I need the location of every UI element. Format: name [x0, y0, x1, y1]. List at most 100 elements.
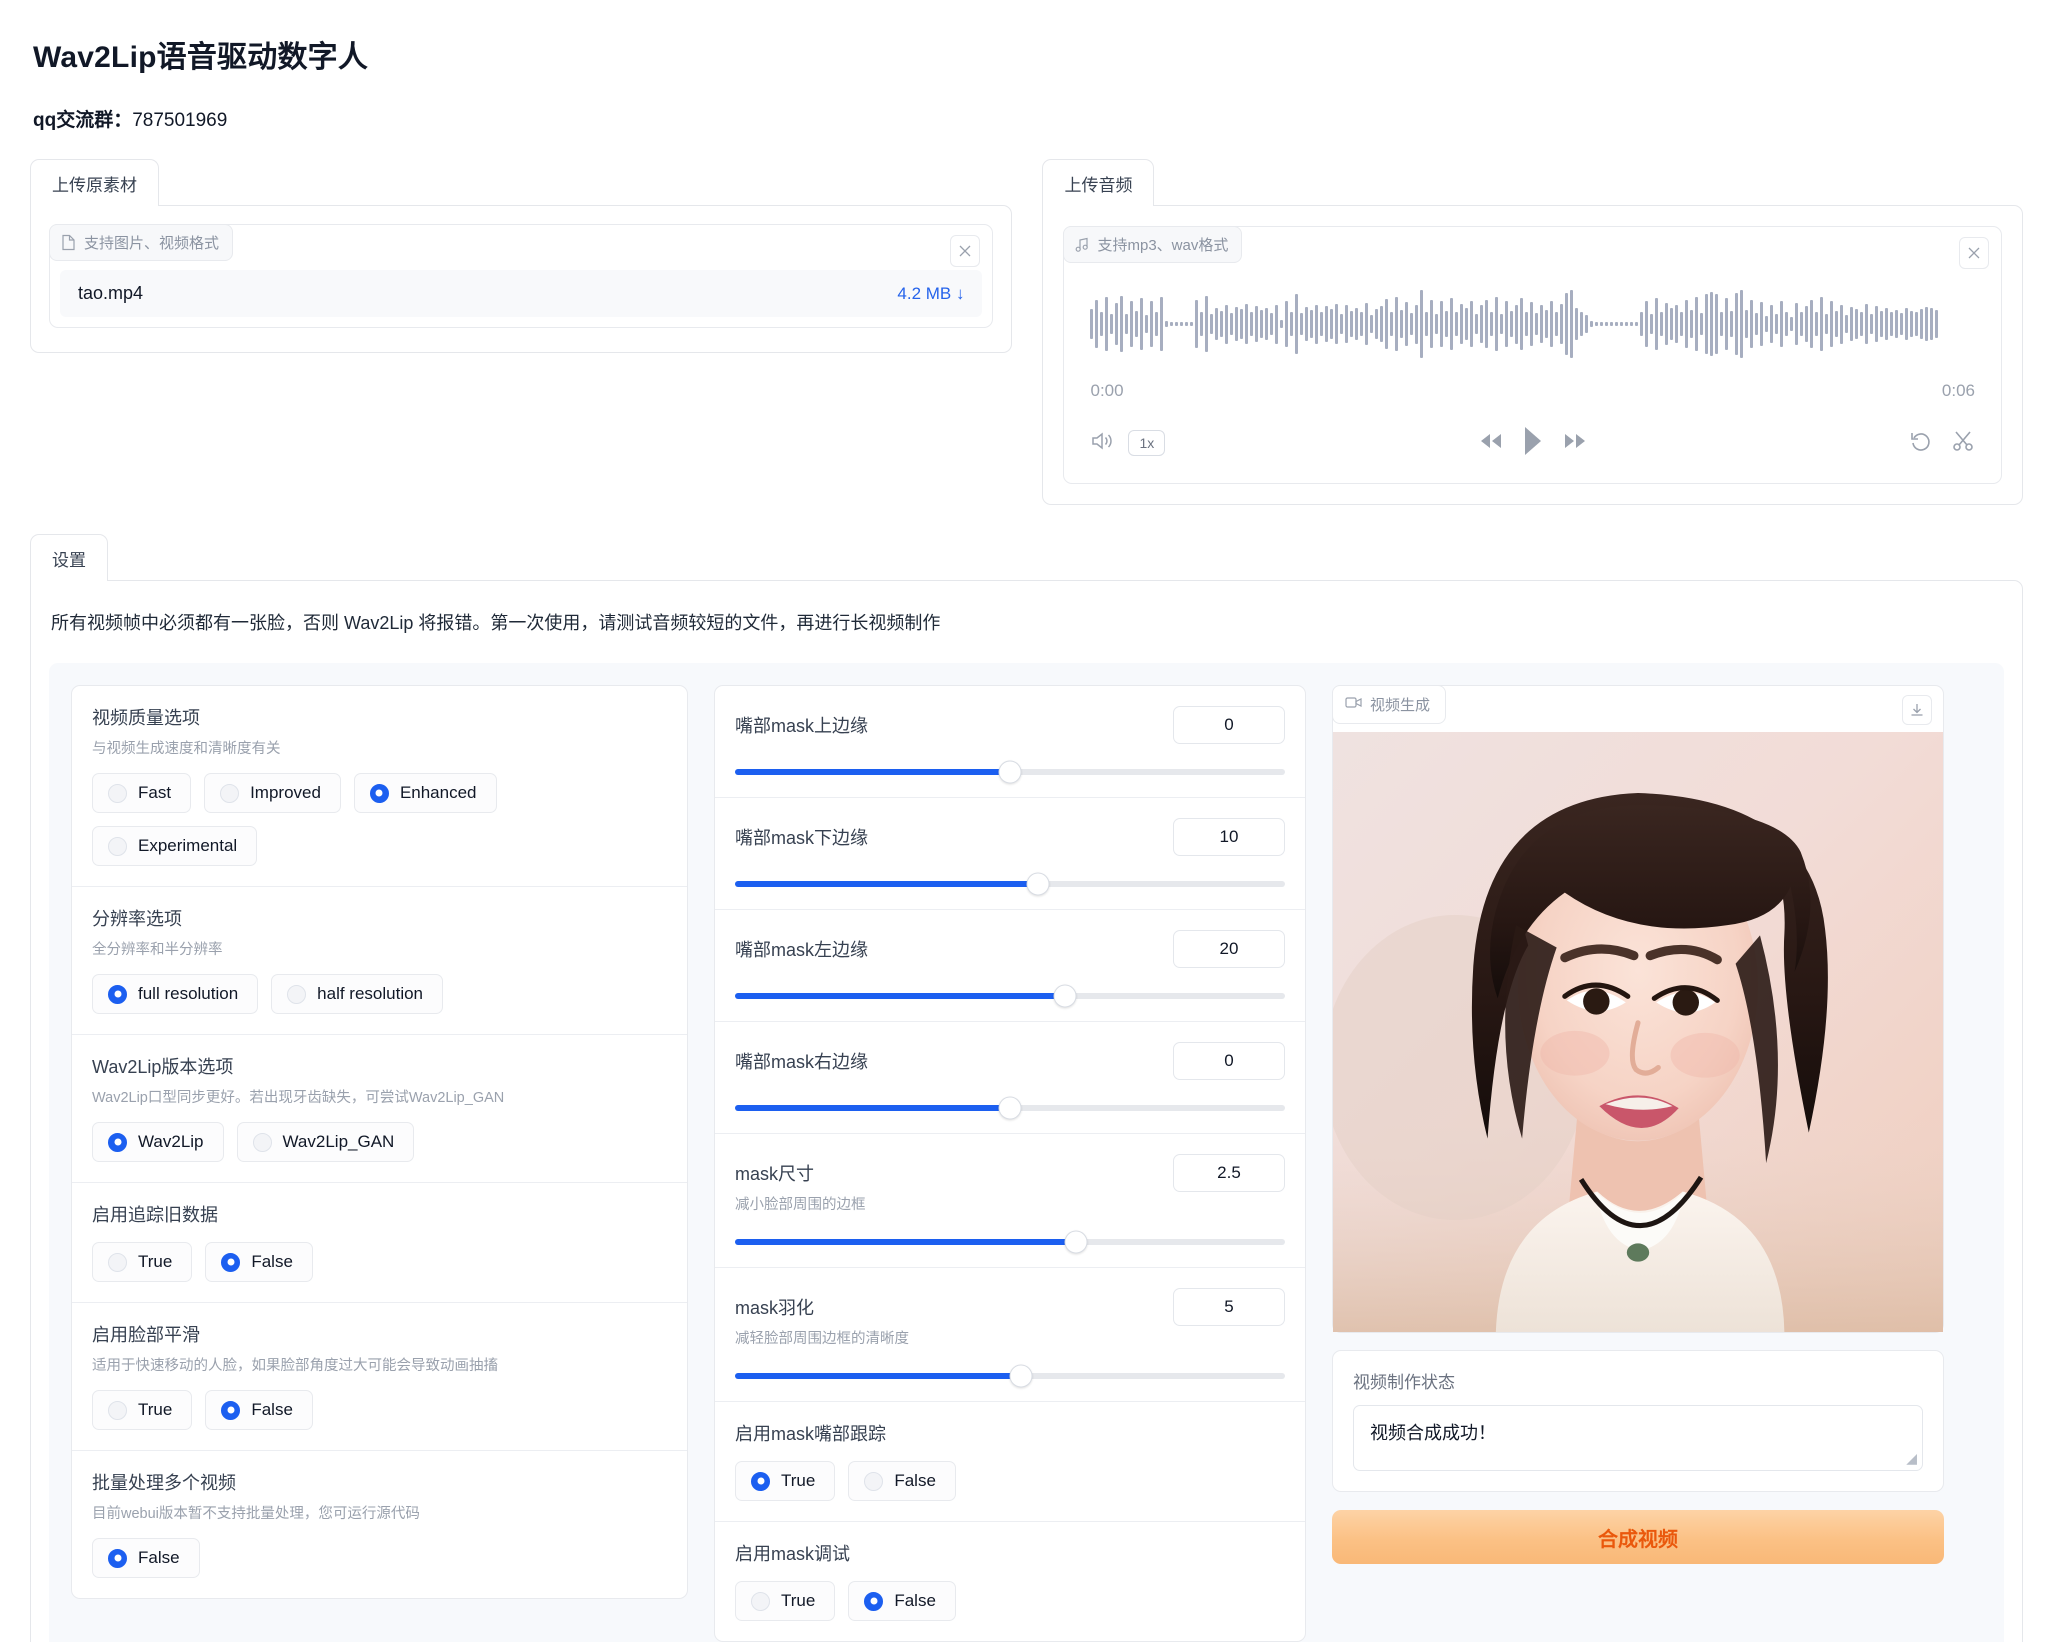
- generate-video-button[interactable]: 合成视频: [1332, 1510, 1944, 1564]
- radio-option[interactable]: False: [848, 1461, 956, 1501]
- play-icon[interactable]: [1522, 425, 1544, 462]
- radio-indicator-icon[interactable]: [108, 1132, 127, 1152]
- slider-value-input[interactable]: 20: [1173, 930, 1285, 968]
- option-group-title: 批量处理多个视频: [92, 1473, 236, 1493]
- waveform-bar: [1450, 298, 1454, 350]
- slider-track[interactable]: [735, 1096, 1285, 1120]
- video-preview[interactable]: [1333, 732, 1943, 1332]
- radio-option[interactable]: Experimental: [92, 826, 258, 866]
- slider-value-input[interactable]: 2.5: [1173, 1154, 1285, 1192]
- radio-option[interactable]: False: [848, 1581, 956, 1621]
- settings-columns: 视频质量选项 与视频生成速度和清晰度有关 Fast Improved Enhanced E…: [49, 663, 2004, 1642]
- slider-track[interactable]: [735, 760, 1285, 784]
- upload-audio-body: 支持mp3、wav格式 0:00 0:06 1x: [1042, 205, 2023, 505]
- status-textarea[interactable]: 视频合成成功！ ◢: [1353, 1405, 1923, 1471]
- slider-thumb[interactable]: [1064, 1230, 1088, 1254]
- waveform-bar: [1625, 322, 1629, 326]
- radio-indicator-icon[interactable]: [287, 984, 307, 1004]
- slider-track[interactable]: [735, 1364, 1285, 1388]
- radio-option-label: full resolution: [138, 984, 239, 1003]
- radio-indicator-icon[interactable]: [108, 783, 127, 803]
- waveform-bar: [1805, 306, 1809, 342]
- waveform-bar: [1225, 304, 1229, 344]
- slider-value-input[interactable]: 0: [1173, 1042, 1285, 1080]
- tab-upload-video[interactable]: 上传原素材: [30, 159, 159, 206]
- radio-option[interactable]: Improved: [204, 773, 341, 813]
- option-list: full resolution half resolution: [92, 974, 667, 1014]
- radio-option[interactable]: Wav2Lip: [92, 1122, 224, 1162]
- uploaded-file-size-label: 4.2 MB: [897, 283, 952, 303]
- slider-value-input[interactable]: 0: [1173, 706, 1285, 744]
- slider-thumb[interactable]: [1009, 1364, 1033, 1388]
- waveform-bar: [1610, 321, 1614, 327]
- radio-indicator-icon[interactable]: [108, 1400, 127, 1420]
- radio-option[interactable]: Fast: [92, 773, 192, 813]
- waveform-bar: [1660, 311, 1664, 337]
- radio-indicator-icon[interactable]: [220, 783, 240, 803]
- uploaded-file-size[interactable]: 4.2 MB ↓: [897, 284, 964, 304]
- download-video-button[interactable]: [1902, 695, 1932, 725]
- slider-label-wrap: 嘴部mask下边缘: [735, 818, 868, 850]
- radio-indicator-icon[interactable]: [108, 1252, 127, 1272]
- radio-option[interactable]: Enhanced: [353, 773, 497, 813]
- uploaded-file-row[interactable]: tao.mp4 4.2 MB ↓: [60, 270, 983, 317]
- radio-option[interactable]: False: [205, 1242, 313, 1282]
- slider-thumb[interactable]: [998, 760, 1022, 784]
- radio-indicator-icon[interactable]: [751, 1591, 770, 1611]
- radio-indicator-icon[interactable]: [751, 1471, 770, 1491]
- radio-option[interactable]: True: [92, 1390, 193, 1430]
- waveform-bar: [1655, 298, 1659, 350]
- radio-indicator-icon[interactable]: [221, 1252, 241, 1272]
- radio-indicator-icon[interactable]: [108, 1548, 127, 1568]
- slider-label: 嘴部mask上边缘: [735, 716, 869, 736]
- radio-option[interactable]: Wav2Lip_GAN: [236, 1122, 415, 1162]
- waveform-bar: [1445, 310, 1449, 338]
- radio-option[interactable]: False: [205, 1390, 313, 1430]
- waveform-bar: [1935, 309, 1939, 339]
- radio-option[interactable]: False: [92, 1538, 200, 1578]
- resize-handle-icon[interactable]: ◢: [1906, 1450, 1917, 1467]
- slider-value-input[interactable]: 5: [1173, 1288, 1285, 1326]
- radio-indicator-icon[interactable]: [864, 1591, 884, 1611]
- slider-fill: [735, 993, 1065, 999]
- waveform-bar: [1400, 309, 1404, 339]
- waveform-bar: [1160, 296, 1164, 352]
- waveform-bar: [1540, 305, 1544, 343]
- fast-forward-icon[interactable]: [1562, 430, 1588, 457]
- download-arrow-icon[interactable]: ↓: [956, 284, 965, 303]
- video-dropzone[interactable]: 支持图片、视频格式 tao.mp4 4.2 MB ↓: [49, 224, 994, 328]
- radio-option[interactable]: True: [735, 1581, 836, 1621]
- radio-option-label: False: [894, 1471, 936, 1490]
- audio-waveform[interactable]: [1086, 285, 1979, 363]
- slider-track[interactable]: [735, 1230, 1285, 1254]
- radio-option[interactable]: True: [735, 1461, 836, 1501]
- slider-value-input[interactable]: 10: [1173, 818, 1285, 856]
- radio-indicator-icon[interactable]: [369, 783, 389, 803]
- tab-upload-audio[interactable]: 上传音频: [1042, 159, 1155, 206]
- clear-audio-button[interactable]: [1959, 237, 1989, 269]
- radio-indicator-icon[interactable]: [108, 984, 127, 1004]
- rewind-icon[interactable]: [1478, 430, 1504, 457]
- clear-video-button[interactable]: [950, 235, 981, 267]
- slider-header: mask羽化 减轻脸部周围边框的清晰度 5: [735, 1288, 1285, 1348]
- radio-option[interactable]: full resolution: [92, 974, 259, 1014]
- upload-video-panel: 上传原素材 支持图片、视频格式 tao.mp4 4.2 MB ↓: [30, 159, 1013, 353]
- waveform-bar: [1810, 299, 1814, 349]
- waveform-bar: [1295, 294, 1299, 354]
- radio-indicator-icon[interactable]: [221, 1400, 241, 1420]
- slider-thumb[interactable]: [998, 1096, 1022, 1120]
- tab-settings[interactable]: 设置: [30, 534, 108, 581]
- radio-indicator-icon[interactable]: [864, 1471, 884, 1491]
- radio-option[interactable]: half resolution: [271, 974, 444, 1014]
- slider-track[interactable]: [735, 872, 1285, 896]
- mask-options-card: 嘴部mask上边缘 0 嘴部mask下边缘 10 嘴部mask左边缘 20 嘴部mask右边…: [714, 685, 1306, 1642]
- slider-track[interactable]: [735, 984, 1285, 1008]
- waveform-bar: [1920, 309, 1924, 339]
- radio-indicator-icon[interactable]: [108, 836, 127, 856]
- radio-option[interactable]: True: [92, 1242, 193, 1282]
- slider-thumb[interactable]: [1026, 872, 1049, 896]
- waveform-bar: [1340, 313, 1344, 335]
- radio-indicator-icon[interactable]: [252, 1132, 272, 1152]
- waveform-bar: [1490, 312, 1494, 336]
- slider-thumb[interactable]: [1053, 984, 1077, 1008]
